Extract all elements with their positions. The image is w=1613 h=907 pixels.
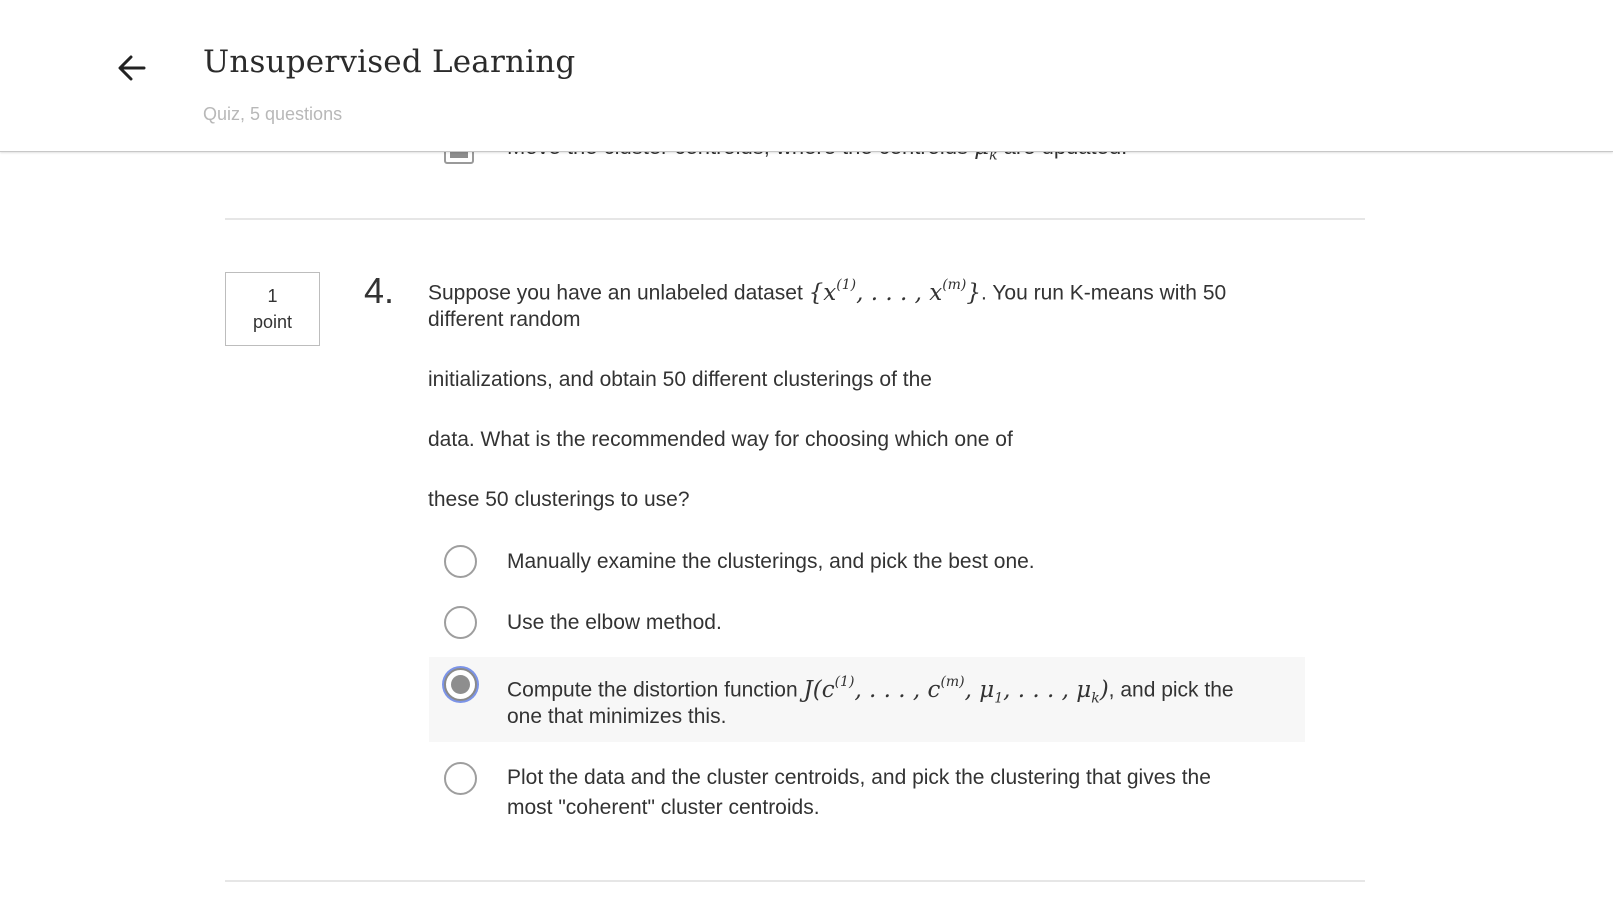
page-title: Unsupervised Learning — [203, 44, 576, 80]
answer-option-selected[interactable]: Compute the distortion function J(c(1), … — [429, 657, 1305, 742]
distortion-math: J(c(1), . . . , c(m), μ1, . . . , μk) — [803, 674, 1109, 707]
points-label: point — [252, 312, 293, 332]
q-math-part: } — [966, 279, 982, 306]
math-part: ) — [1099, 676, 1109, 703]
math-part: , μ — [964, 676, 995, 703]
quiz-header: Unsupervised Learning Quiz, 5 questions — [0, 0, 1613, 152]
q-math-sup: (m) — [942, 277, 967, 293]
q-dataset-math: {x(1), . . . , x(m)} — [808, 277, 982, 306]
answer-option[interactable]: Plot the data and the cluster centroids,… — [429, 762, 1305, 832]
question-divider — [225, 880, 1365, 882]
q-math-part: , . . . , x — [856, 279, 943, 306]
back-button[interactable] — [114, 50, 150, 86]
option-label-line-2: most "coherent" cluster centroids. — [507, 796, 820, 819]
math-sup: (1) — [834, 674, 855, 690]
question-divider — [225, 218, 1365, 220]
math-part: J(c — [803, 676, 835, 703]
option-text: Compute the distortion function — [507, 678, 804, 702]
math-sub: 1 — [994, 690, 1004, 707]
math-sup: (m) — [940, 674, 965, 690]
option-text: , and pick the — [1108, 678, 1234, 702]
math-sub: k — [1091, 690, 1100, 707]
answer-option[interactable]: Use the elbow method. — [429, 606, 1305, 642]
question-text-line-5: these 50 clusterings to use? — [428, 488, 690, 511]
radio-button[interactable] — [444, 606, 477, 639]
answer-option[interactable]: Manually examine the clusterings, and pi… — [429, 545, 1305, 581]
radio-button[interactable] — [444, 762, 477, 795]
points-value: 1 — [267, 286, 278, 306]
question-text-line-3: initializations, and obtain 50 different… — [428, 368, 932, 391]
question-number: 4. — [364, 270, 395, 311]
math-part: , . . . , μ — [1003, 676, 1092, 703]
math-part: , . . . , c — [854, 676, 941, 703]
question-text-line-1: Suppose you have an unlabeled dataset {x… — [428, 272, 1226, 309]
q-line1-text: Suppose you have an unlabeled dataset — [428, 281, 809, 305]
q-line1-after: . You run K-means with 50 — [981, 281, 1227, 305]
option-label: Manually examine the clusterings, and pi… — [507, 550, 1035, 573]
points-box: 1 point — [225, 272, 320, 346]
q-math-sup: (1) — [836, 277, 857, 293]
radio-button-selected[interactable] — [444, 668, 477, 701]
option-label: Plot the data and the cluster centroids,… — [507, 766, 1211, 789]
arrow-left-icon — [118, 55, 146, 81]
question-text-line-4: data. What is the recommended way for ch… — [428, 428, 1013, 451]
quiz-subtitle: Quiz, 5 questions — [203, 104, 343, 124]
q-math-part: {x — [808, 279, 837, 306]
option-label: Use the elbow method. — [507, 611, 722, 634]
radio-button[interactable] — [444, 545, 477, 578]
option-label-line-2: one that minimizes this. — [507, 705, 727, 728]
question-text-line-2: different random — [428, 308, 581, 331]
